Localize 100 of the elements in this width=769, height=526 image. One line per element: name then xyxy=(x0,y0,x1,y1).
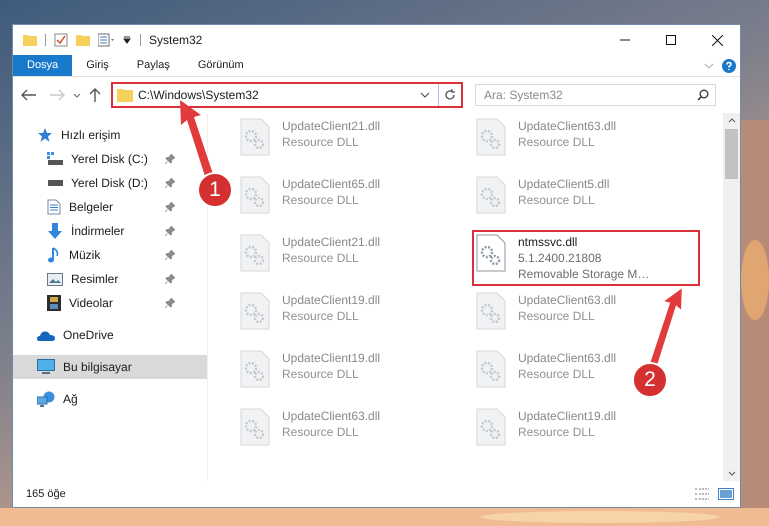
nav-item[interactable]: İndirmeler xyxy=(13,219,183,243)
file-name: UpdateClient63.dll xyxy=(282,408,380,424)
scroll-up-icon[interactable] xyxy=(728,118,736,123)
file-item[interactable]: UpdateClient5.dll Resource DLL xyxy=(474,174,618,216)
file-gears-icon xyxy=(476,408,506,446)
checklist-icon[interactable] xyxy=(54,33,68,47)
nav-item[interactable]: Müzik xyxy=(13,243,183,267)
file-item[interactable]: UpdateClient63.dll Resource DLL xyxy=(474,348,624,390)
pin-icon xyxy=(165,250,175,260)
up-arrow-icon[interactable] xyxy=(89,88,101,102)
nav-item[interactable]: Resimler xyxy=(13,267,183,291)
file-detail: Resource DLL xyxy=(518,308,596,324)
chevron-down-icon[interactable] xyxy=(420,92,430,98)
refresh-icon[interactable] xyxy=(444,89,456,101)
file-detail: 5.1.2400.21808 xyxy=(518,250,602,266)
search-field[interactable]: Ara: System32 xyxy=(475,84,716,106)
item-count: 165 öğe xyxy=(26,486,67,502)
star-icon xyxy=(37,127,53,143)
pin-icon xyxy=(165,178,175,188)
file-name: UpdateClient19.dll xyxy=(282,350,380,366)
cloud-icon xyxy=(37,330,55,340)
chevron-down-icon[interactable] xyxy=(73,92,81,98)
ribbon-tab[interactable]: Giriş xyxy=(72,55,123,76)
nav-item[interactable]: Belgeler xyxy=(13,195,183,219)
close-icon xyxy=(712,34,722,46)
file-detail: Resource DLL xyxy=(518,424,596,440)
nav-item[interactable]: Yerel Disk (C:) xyxy=(13,147,183,171)
scroll-down-icon[interactable] xyxy=(728,471,736,476)
file-gears-icon xyxy=(476,234,506,272)
nav-item[interactable]: Yerel Disk (D:) xyxy=(13,171,183,195)
file-gears-icon xyxy=(476,176,506,214)
file-gears-icon xyxy=(240,234,270,272)
scroll-thumb[interactable] xyxy=(725,129,738,179)
pin-icon xyxy=(165,298,175,308)
file-detail: Resource DLL xyxy=(282,366,360,382)
network-icon xyxy=(37,391,55,407)
file-item[interactable]: UpdateClient21.dll Resource DLL xyxy=(238,232,388,274)
file-gears-icon xyxy=(240,176,270,214)
window-title: System32 xyxy=(149,32,202,49)
file-name: ntmssvc.dll xyxy=(518,234,578,250)
file-name: UpdateClient63.dll xyxy=(518,350,616,366)
file-detail: Resource DLL xyxy=(518,192,596,208)
file-detail: Resource DLL xyxy=(282,308,360,324)
ribbon-tab[interactable]: Paylaş xyxy=(122,55,184,76)
file-gears-icon xyxy=(476,118,506,156)
details-view-icon[interactable] xyxy=(694,487,710,501)
nav-item[interactable]: Bu bilgisayar xyxy=(13,355,207,379)
address-bar[interactable]: C:\Windows\System32 xyxy=(111,82,463,108)
file-gears-icon xyxy=(240,118,270,156)
nav-item[interactable]: Videolar xyxy=(13,291,183,315)
ribbon-tab[interactable]: Görünüm xyxy=(184,55,258,76)
dropdown-icon[interactable] xyxy=(122,35,132,45)
pin-icon xyxy=(165,154,175,164)
file-detail: Resource DLL xyxy=(282,250,360,266)
file-item[interactable]: UpdateClient19.dll Resource DLL xyxy=(238,348,388,390)
help-icon[interactable] xyxy=(722,58,736,72)
ribbon-tab[interactable]: Dosya xyxy=(13,55,72,76)
folder-icon xyxy=(117,88,133,102)
file-name: UpdateClient19.dll xyxy=(518,408,616,424)
file-gears-icon xyxy=(240,408,270,446)
file-gears-icon xyxy=(240,350,270,388)
pin-icon xyxy=(165,274,175,284)
nav-item[interactable]: Ağ xyxy=(13,387,207,411)
file-name: UpdateClient19.dll xyxy=(282,292,380,308)
document-icon xyxy=(47,199,61,215)
drive-icon xyxy=(47,179,63,187)
file-detail: Resource DLL xyxy=(282,134,360,150)
file-name: UpdateClient21.dll xyxy=(282,118,380,134)
back-arrow-icon[interactable] xyxy=(21,89,37,101)
download-arrow-icon xyxy=(47,223,63,239)
file-detail: Resource DLL xyxy=(518,134,596,150)
music-note-icon xyxy=(47,247,61,263)
tiles-view-icon[interactable] xyxy=(718,487,734,501)
scrollbar[interactable] xyxy=(723,113,740,481)
file-name: UpdateClient21.dll xyxy=(282,234,380,250)
film-icon xyxy=(47,295,61,311)
address-text: C:\Windows\System32 xyxy=(138,87,260,104)
file-detail: Removable Storage M… xyxy=(518,266,650,282)
nav-item[interactable]: OneDrive xyxy=(13,323,207,347)
file-detail: Resource DLL xyxy=(282,424,360,440)
file-name: UpdateClient5.dll xyxy=(518,176,610,192)
file-detail: Resource DLL xyxy=(282,192,360,208)
file-detail: Resource DLL xyxy=(518,366,596,382)
maximize-icon xyxy=(666,35,676,45)
file-item[interactable]: UpdateClient19.dll Resource DLL xyxy=(474,406,624,448)
file-item[interactable]: UpdateClient63.dll Resource DLL xyxy=(474,290,624,332)
file-item[interactable]: UpdateClient21.dll Resource DLL xyxy=(238,116,388,158)
file-name: UpdateClient63.dll xyxy=(518,118,616,134)
picture-icon xyxy=(47,272,63,286)
file-name: UpdateClient63.dll xyxy=(518,292,616,308)
pin-icon xyxy=(165,226,175,236)
search-icon[interactable] xyxy=(697,89,709,101)
file-item[interactable]: UpdateClient19.dll Resource DLL xyxy=(238,290,388,332)
nav-item[interactable]: Hızlı erişim xyxy=(13,123,183,147)
file-item[interactable]: UpdateClient63.dll Resource DLL xyxy=(474,116,624,158)
pin-icon xyxy=(165,202,175,212)
file-item[interactable]: UpdateClient65.dll Resource DLL xyxy=(238,174,388,216)
file-item[interactable]: ntmssvc.dll 5.1.2400.21808 Removable Storage M… xyxy=(474,232,698,284)
file-gears-icon xyxy=(476,350,506,388)
file-item[interactable]: UpdateClient63.dll Resource DLL xyxy=(238,406,388,448)
